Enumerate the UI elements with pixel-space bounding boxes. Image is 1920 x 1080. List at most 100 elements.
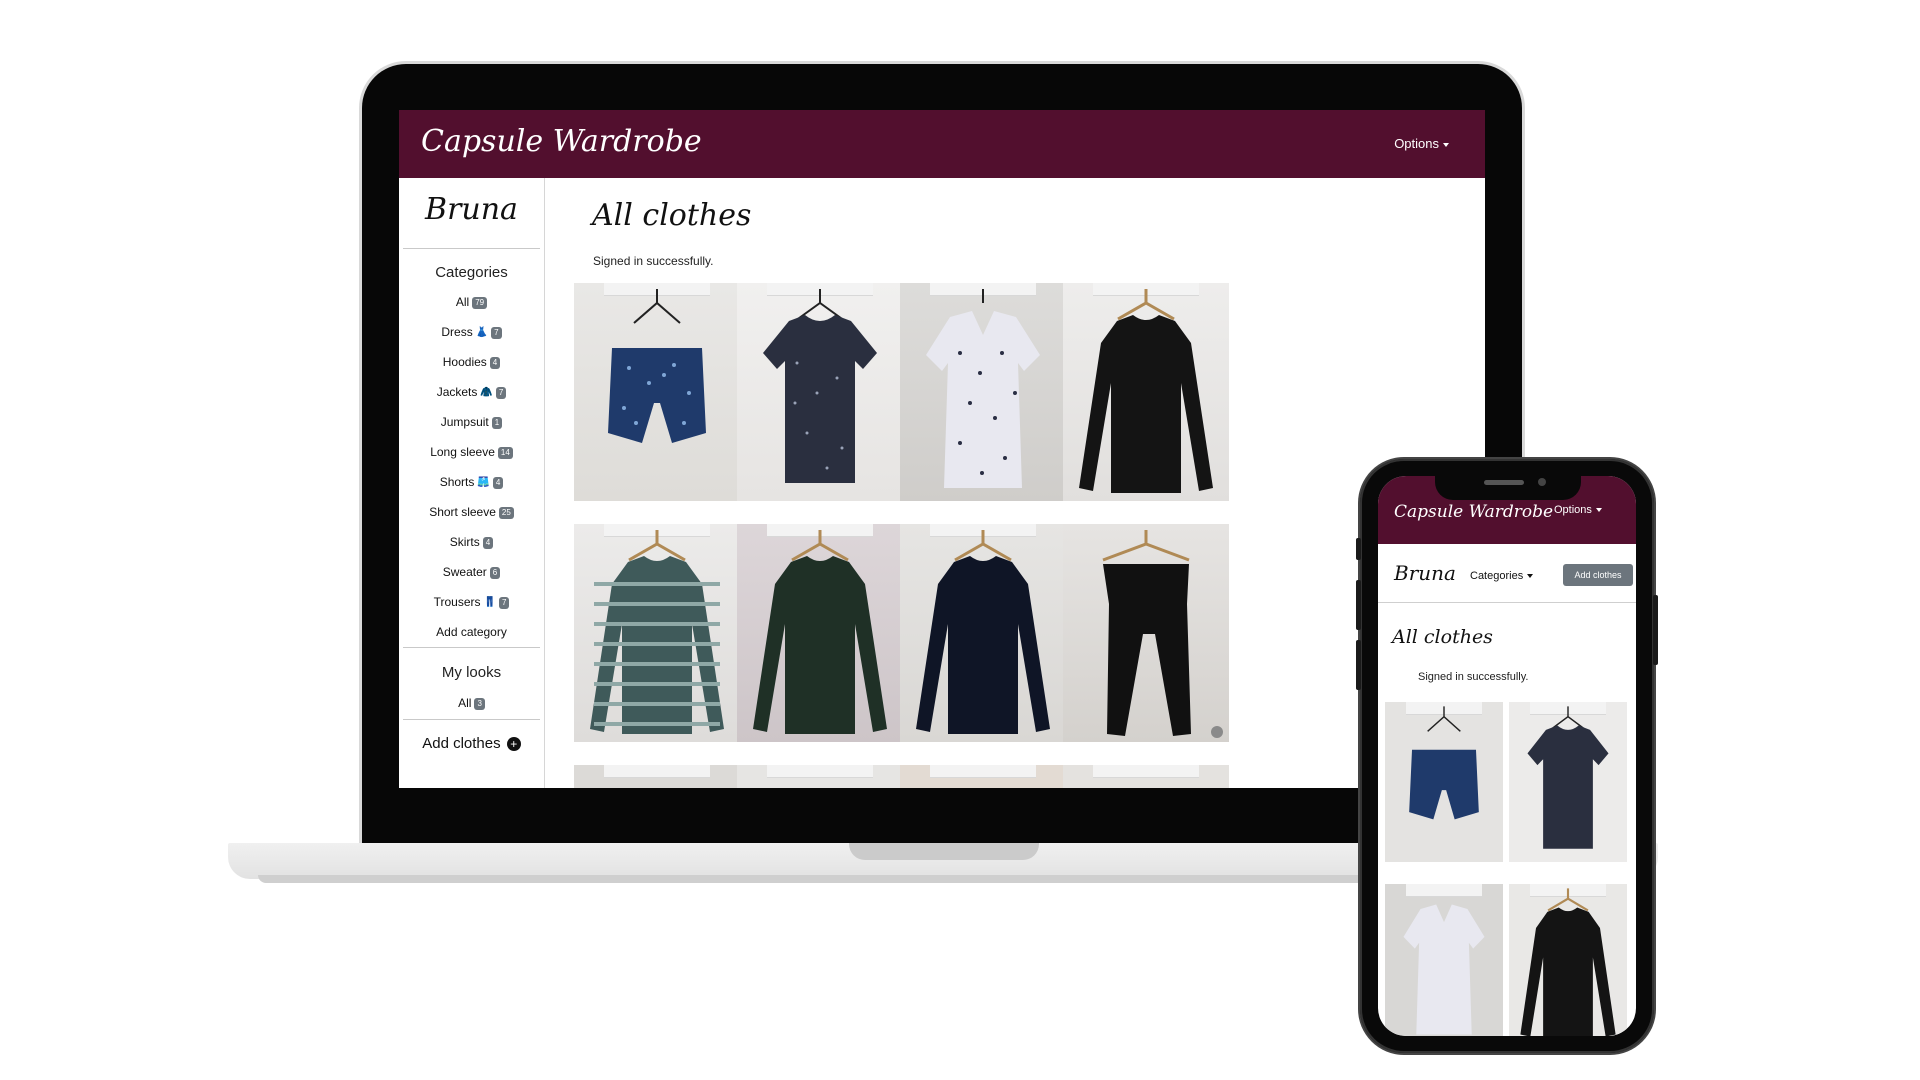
sidebar-item-skirts[interactable]: Skirts 4 (399, 535, 544, 549)
sidebar-item-label: Long sleeve (430, 445, 495, 459)
clothing-item-card[interactable] (1063, 765, 1229, 788)
add-clothes-label: Add clothes (422, 735, 501, 752)
sidebar-item-shorts[interactable]: Shorts 🩳 4 (399, 475, 544, 489)
sidebar: Bruna Categories All 79 Dress 👗 7 Hoodies 4 … (399, 178, 545, 788)
clothing-item-card[interactable] (1063, 524, 1229, 742)
desktop-screen: Capsule Wardrobe Options Bruna Categorie… (399, 110, 1485, 788)
add-clothes-link[interactable]: Add clothes + (399, 735, 544, 752)
dress-icon: 👗 (475, 327, 489, 339)
sidebar-item-all[interactable]: All 79 (399, 295, 544, 309)
phone-side-button (1356, 640, 1361, 690)
my-looks-heading: My looks (441, 664, 502, 681)
count-badge: 1 (491, 416, 503, 429)
sidebar-item-hoodies[interactable]: Hoodies 4 (399, 355, 544, 369)
count-badge: 14 (497, 446, 513, 459)
categories-label: Categories (1470, 570, 1524, 582)
tshirt-image (1527, 706, 1609, 849)
navy-top-image (916, 530, 1050, 734)
chevron-down-icon (1443, 142, 1449, 147)
shorts-image (608, 289, 706, 443)
blouse-image (926, 289, 1040, 488)
clothing-item-card[interactable] (1063, 283, 1229, 501)
clothing-item-card[interactable] (737, 283, 903, 501)
sidebar-item-label: Sweater (442, 565, 487, 579)
add-category-link[interactable]: Add category (399, 625, 544, 639)
mobile-brand-logo[interactable]: Capsule Wardrobe (1394, 502, 1553, 522)
sidebar-item-trousers[interactable]: Trousers 👖 7 (399, 595, 544, 609)
phone-notch (1435, 470, 1581, 500)
sidebar-item-label: Shorts (439, 475, 475, 489)
options-dropdown[interactable]: Options (1394, 136, 1449, 151)
count-badge: 3 (474, 697, 485, 710)
sidebar-item-label: Jackets (436, 385, 478, 399)
mobile-screen: Capsule Wardrobe Options Bruna Categorie… (1378, 476, 1636, 1036)
mobile-page-title: All clothes (1392, 626, 1493, 648)
clothing-item-card[interactable] (737, 765, 903, 788)
clothing-item-card[interactable] (1509, 702, 1627, 862)
sidebar-item-jumpsuit[interactable]: Jumpsuit 1 (399, 415, 544, 429)
count-badge: 7 (491, 326, 502, 339)
clothing-item-card[interactable] (1385, 884, 1503, 1036)
longsleeve-image (1079, 289, 1213, 493)
sidebar-item-long-sleeve[interactable]: Long sleeve 14 (399, 445, 544, 459)
phone-camera (1538, 478, 1546, 486)
sidebar-item-jackets[interactable]: Jackets 🧥 7 (399, 385, 544, 399)
clothing-item-card[interactable] (574, 283, 740, 501)
divider (403, 719, 540, 720)
sidebar-item-label: Dress (441, 325, 473, 339)
sidebar-item-label: All (458, 696, 472, 710)
count-badge: 7 (495, 386, 507, 399)
clothing-item-card[interactable] (574, 524, 740, 742)
leggings-image (1102, 530, 1223, 738)
divider (403, 647, 540, 648)
clothing-item-card[interactable] (900, 765, 1066, 788)
sidebar-item-label: Short sleeve (429, 505, 496, 519)
tshirt-image (763, 289, 877, 483)
phone-side-button (1356, 538, 1361, 560)
laptop-trackpad-notch (849, 843, 1039, 860)
chevron-down-icon (1527, 574, 1534, 579)
clothing-item-card[interactable] (574, 765, 740, 788)
mobile-user-name: Bruna (1394, 561, 1456, 585)
mobile-options-dropdown[interactable]: Options (1554, 504, 1602, 516)
page-title: All clothes (592, 198, 752, 233)
flash-message: Signed in successfully. (593, 254, 714, 268)
count-badge: 4 (489, 356, 501, 369)
count-badge: 6 (489, 566, 501, 579)
plus-circle-icon: + (506, 737, 521, 752)
mobile-subnav: Bruna Categories Add clothes (1378, 544, 1636, 603)
clothing-item-card[interactable] (900, 524, 1066, 742)
brand-logo[interactable]: Capsule Wardrobe (421, 124, 702, 159)
clothing-item-card[interactable] (900, 283, 1066, 501)
sidebar-item-short-sleeve[interactable]: Short sleeve 25 (399, 505, 544, 519)
clothing-item-card[interactable] (1509, 884, 1627, 1036)
shorts-icon: 🩳 (477, 477, 490, 489)
clothing-item-card[interactable] (737, 524, 903, 742)
options-label: Options (1394, 136, 1439, 151)
categories-heading: Categories (435, 264, 508, 281)
count-badge: 4 (492, 476, 504, 489)
options-label: Options (1554, 504, 1592, 516)
count-badge: 7 (498, 596, 510, 609)
navbar: Capsule Wardrobe Options (399, 110, 1485, 178)
sidebar-item-label: Skirts (449, 535, 480, 549)
sidebar-item-looks-all[interactable]: All 3 (399, 696, 544, 710)
sidebar-item-label: Trousers (433, 595, 481, 609)
mobile-add-clothes-button[interactable]: Add clothes (1563, 564, 1633, 586)
mobile-categories-dropdown[interactable]: Categories (1470, 570, 1534, 582)
jacket-icon: 🧥 (480, 387, 493, 399)
sidebar-item-label: Hoodies (442, 355, 487, 369)
mobile-flash-message: Signed in successfully. (1418, 671, 1529, 683)
shorts-image (1409, 706, 1479, 820)
clothing-item-card[interactable] (1385, 702, 1503, 862)
longsleeve-image (1520, 888, 1616, 1036)
green-top-image (753, 530, 887, 734)
sidebar-item-label: All (455, 295, 470, 309)
count-badge: 4 (482, 536, 494, 549)
sidebar-item-label: Jumpsuit (440, 415, 489, 429)
sidebar-item-dress[interactable]: Dress 👗 7 (399, 325, 544, 339)
phone-side-button (1356, 580, 1361, 630)
chevron-down-icon (1595, 508, 1602, 513)
sidebar-item-sweater[interactable]: Sweater 6 (399, 565, 544, 579)
blouse-image (1403, 904, 1485, 1035)
